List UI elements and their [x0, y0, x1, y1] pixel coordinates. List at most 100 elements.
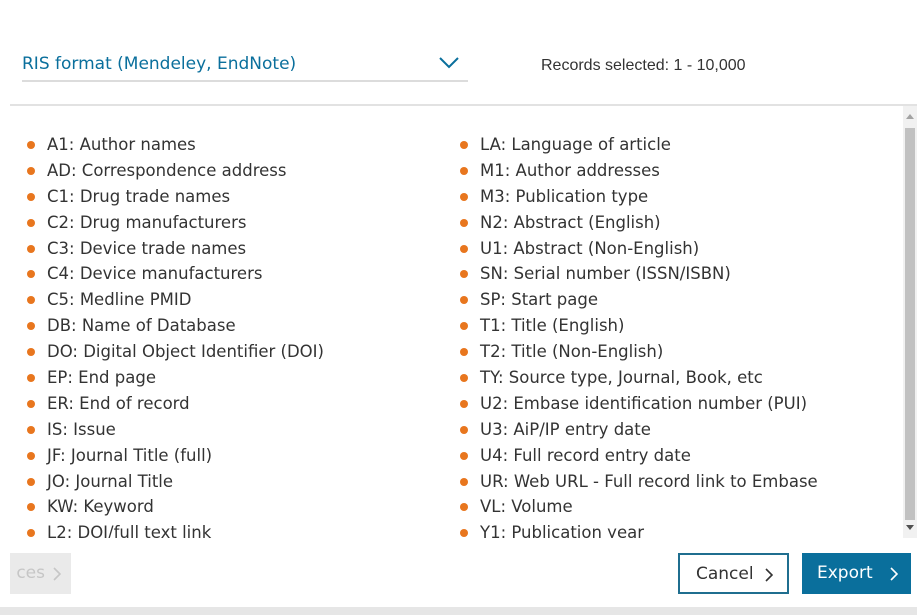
field-list-item: DO: Digital Object Identifier (DOI) [27, 339, 324, 365]
bullet-icon [460, 348, 468, 357]
export-button-label: Export [817, 563, 873, 583]
field-label: U3: AiP/IP entry date [480, 419, 651, 439]
field-list-left-column: A1: Author names AD: Correspondence addre… [27, 132, 324, 538]
bullet-icon [27, 399, 35, 408]
field-list-item: JO: Journal Title [27, 469, 324, 495]
background-page-strip [0, 607, 917, 615]
bullet-icon [460, 270, 468, 279]
field-list-item: IS: Issue [27, 417, 324, 443]
field-list-item: M1: Author addresses [460, 158, 818, 184]
field-list-item: KW: Keyword [27, 494, 324, 520]
bullet-icon [27, 322, 35, 331]
field-label: Y1: Publication year [480, 523, 644, 538]
bullet-icon [27, 192, 35, 201]
field-label: C1: Drug trade names [47, 186, 231, 206]
bullet-icon [460, 141, 468, 149]
cancel-button[interactable]: Cancel [678, 553, 789, 594]
field-label: IS: Issue [47, 419, 116, 439]
field-list-item: U4: Full record entry date [460, 443, 818, 469]
bullet-icon [27, 425, 35, 434]
bullet-icon [27, 270, 35, 279]
field-list-item: U2: Embase identification number (PUI) [460, 391, 818, 417]
field-list-scrollbar[interactable] [903, 106, 917, 538]
bullet-icon [27, 503, 35, 512]
chevron-right-icon [765, 568, 773, 582]
field-label: U4: Full record entry date [480, 445, 691, 465]
field-list-item: T2: Title (Non-English) [460, 339, 818, 365]
field-label: JO: Journal Title [47, 471, 174, 491]
bullet-icon [27, 244, 35, 253]
field-list-item: LA: Language of article [460, 132, 818, 158]
field-label: DO: Digital Object Identifier (DOI) [47, 342, 324, 362]
chevron-right-icon [890, 567, 898, 581]
field-list-item: SP: Start page [460, 287, 818, 313]
bullet-icon [460, 244, 468, 253]
field-list-item: AD: Correspondence address [27, 158, 324, 184]
field-label: JF: Journal Title (full) [47, 445, 213, 465]
field-list-item: C4: Device manufacturers [27, 261, 324, 287]
dialog-footer: ces Cancel Export [0, 538, 917, 615]
field-label: C2: Drug manufacturers [47, 212, 247, 232]
records-selected-text: Records selected: 1 - 10,000 [541, 57, 746, 74]
bullet-icon [460, 529, 468, 538]
field-label: M1: Author addresses [480, 160, 660, 180]
field-label: U1: Abstract (Non-English) [480, 238, 700, 258]
field-label: C3: Device trade names [47, 238, 247, 258]
bullet-icon [27, 296, 35, 305]
field-label: TY: Source type, Journal, Book, etc [480, 368, 763, 388]
bullet-icon [460, 503, 468, 512]
field-label: SN: Serial number (ISSN/ISBN) [480, 264, 731, 284]
field-list: A1: Author names AD: Correspondence addre… [0, 106, 903, 538]
field-list-item: Y1: Publication year [460, 520, 818, 538]
export-format-value: RIS format (Mendeley, EndNote) [22, 54, 297, 74]
bullet-icon [460, 296, 468, 305]
field-list-item: N2: Abstract (English) [460, 210, 818, 236]
field-list-item: M3: Publication type [460, 184, 818, 210]
bullet-icon [27, 166, 35, 175]
previous-button-label: ces [16, 563, 45, 583]
field-list-item: VL: Volume [460, 494, 818, 520]
field-list-item: T1: Title (English) [460, 313, 818, 339]
bullet-icon [460, 192, 468, 201]
field-list-item: EP: End page [27, 365, 324, 391]
bullet-icon [460, 166, 468, 175]
bullet-icon [460, 425, 468, 434]
field-list-item: JF: Journal Title (full) [27, 443, 324, 469]
scrollbar-thumb[interactable] [905, 128, 915, 520]
field-label: C4: Device manufacturers [47, 264, 263, 284]
bullet-icon [27, 477, 35, 486]
previous-button[interactable]: ces [10, 553, 71, 594]
field-label: DB: Name of Database [47, 316, 236, 336]
field-list-item: UR: Web URL - Full record link to Embase [460, 469, 818, 495]
field-label: C5: Medline PMID [47, 290, 192, 310]
export-format-select[interactable]: RIS format (Mendeley, EndNote) [22, 46, 468, 82]
field-list-item: U3: AiP/IP entry date [460, 417, 818, 443]
field-list-item: C2: Drug manufacturers [27, 210, 324, 236]
field-label: AD: Correspondence address [47, 160, 287, 180]
bullet-icon [460, 399, 468, 408]
field-label: M3: Publication type [480, 186, 649, 206]
field-label: VL: Volume [480, 497, 573, 517]
field-label: LA: Language of article [480, 135, 671, 154]
field-label: U2: Embase identification number (PUI) [480, 393, 808, 413]
bullet-icon [460, 451, 468, 460]
field-list-item: C5: Medline PMID [27, 287, 324, 313]
field-label: ER: End of record [47, 393, 190, 413]
scroll-down-arrow-icon[interactable] [906, 525, 914, 530]
field-label: N2: Abstract (English) [480, 212, 661, 232]
field-list-right-column: LA: Language of article M1: Author addres… [460, 132, 818, 538]
field-label: SP: Start page [480, 290, 598, 310]
bullet-icon [460, 477, 468, 486]
field-label: T2: Title (Non-English) [480, 342, 664, 362]
field-label: L2: DOI/full text link [47, 523, 212, 538]
field-list-item: L2: DOI/full text link [27, 520, 324, 538]
chevron-right-icon [53, 567, 61, 581]
bullet-icon [460, 322, 468, 331]
field-label: KW: Keyword [47, 497, 154, 517]
scroll-up-arrow-icon[interactable] [906, 114, 914, 119]
chevron-down-icon [439, 57, 459, 69]
bullet-icon [27, 218, 35, 227]
bullet-icon [27, 374, 35, 383]
export-button[interactable]: Export [802, 553, 911, 594]
field-list-item: C1: Drug trade names [27, 184, 324, 210]
